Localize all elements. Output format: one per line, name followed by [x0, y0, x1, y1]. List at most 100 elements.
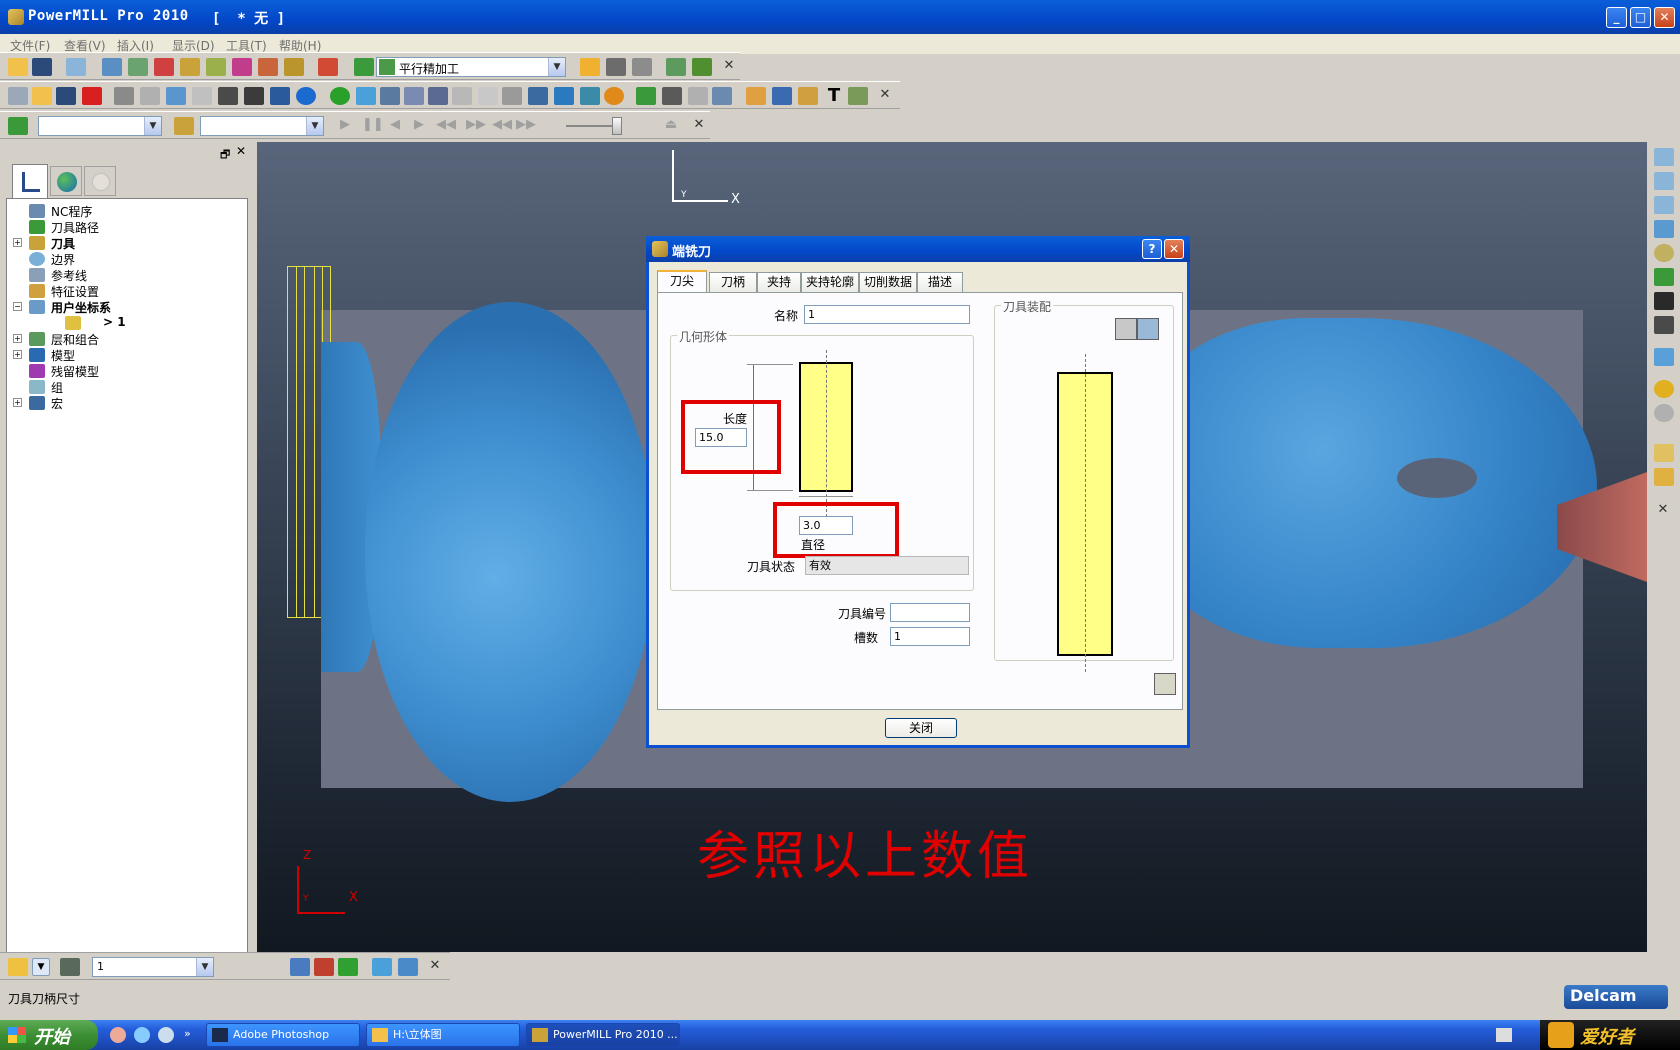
- calculate-icon[interactable]: [580, 58, 600, 76]
- tab-description[interactable]: 描述: [917, 272, 963, 292]
- workplane-select-icon[interactable]: [60, 958, 80, 976]
- help-button[interactable]: ?: [1142, 239, 1162, 259]
- go-end-icon[interactable]: ▶▶: [516, 117, 536, 133]
- block-icon[interactable]: [102, 58, 122, 76]
- eject-icon[interactable]: ⏏: [664, 117, 678, 133]
- chevron-down-icon[interactable]: ▼: [548, 58, 565, 76]
- quicklaunch-more-icon[interactable]: »: [184, 1027, 191, 1040]
- text-icon[interactable]: T: [824, 87, 844, 105]
- toolbar-close-icon[interactable]: ✕: [878, 87, 892, 103]
- shaded-view-icon[interactable]: [1654, 348, 1674, 366]
- pattern-icon[interactable]: [688, 87, 708, 105]
- toolbar-close-icon[interactable]: ✕: [428, 958, 442, 974]
- start-button[interactable]: 开始: [0, 1020, 98, 1050]
- tree-item-workplanes[interactable]: − 用户坐标系: [7, 299, 247, 315]
- minimize-button[interactable]: _: [1606, 7, 1627, 28]
- ie-icon[interactable]: [134, 1027, 150, 1043]
- tab-shank[interactable]: 刀柄: [709, 272, 757, 292]
- tree-item-boundaries[interactable]: 边界: [7, 251, 247, 267]
- stock-icon[interactable]: [452, 87, 472, 105]
- expand-icon[interactable]: +: [13, 238, 22, 247]
- chevron-down-icon[interactable]: ▼: [306, 117, 323, 135]
- delete-icon[interactable]: [82, 87, 102, 105]
- tool-select-icon[interactable]: [258, 58, 278, 76]
- task-powermill[interactable]: PowerMILL Pro 2010 ...: [526, 1023, 680, 1047]
- tab-disabled[interactable]: [84, 166, 116, 196]
- star-icon[interactable]: [772, 87, 792, 105]
- flutes-input[interactable]: 1: [890, 627, 970, 646]
- step-forward-icon[interactable]: ▶: [412, 117, 426, 133]
- layout-icon[interactable]: [848, 87, 868, 105]
- open-project-icon[interactable]: [32, 87, 52, 105]
- zoom-icon[interactable]: [1654, 244, 1674, 262]
- assembly-tool-icon[interactable]: [1137, 318, 1159, 340]
- view-side-icon[interactable]: [1654, 196, 1674, 214]
- hash-icon[interactable]: [580, 87, 600, 105]
- refresh-icon[interactable]: [1654, 268, 1674, 286]
- task-photoshop[interactable]: Adobe Photoshop: [206, 1023, 360, 1047]
- view-iso-icon[interactable]: [1654, 220, 1674, 238]
- pen-icon[interactable]: [356, 87, 376, 105]
- plane-icon[interactable]: [380, 87, 400, 105]
- box-icon[interactable]: [746, 87, 766, 105]
- toolpath-view-icon[interactable]: [636, 87, 656, 105]
- workplane-align-icon[interactable]: [314, 958, 334, 976]
- wireframe-icon[interactable]: [140, 87, 160, 105]
- end-point-icon[interactable]: [232, 58, 252, 76]
- layer-icon[interactable]: [8, 958, 28, 976]
- task-explorer[interactable]: H:\立体图: [366, 1023, 520, 1047]
- gear-icon[interactable]: [404, 87, 424, 105]
- tool-sim-select[interactable]: ▼: [200, 116, 324, 136]
- keyboard-tray-icon[interactable]: [1496, 1028, 1512, 1042]
- print-icon[interactable]: [66, 58, 86, 76]
- boundary-icon[interactable]: [662, 87, 682, 105]
- sphere-icon[interactable]: [330, 87, 350, 105]
- surface-icon[interactable]: [528, 87, 548, 105]
- rapid-move-icon[interactable]: [128, 58, 148, 76]
- toolbar-close-icon[interactable]: ✕: [722, 58, 736, 74]
- toolpath-sim-select[interactable]: ▼: [38, 116, 162, 136]
- tree-item-levels[interactable]: + 层和组合: [7, 331, 247, 347]
- feedrate-icon[interactable]: [154, 58, 174, 76]
- workplane-create-icon[interactable]: [290, 958, 310, 976]
- play-icon[interactable]: ▶: [338, 117, 352, 133]
- select-cursor-icon[interactable]: [1654, 444, 1674, 462]
- ruler-icon[interactable]: [632, 58, 652, 76]
- edit-cross-icon[interactable]: [398, 958, 418, 976]
- dialog-options-icon[interactable]: [1154, 673, 1176, 695]
- shading-icon[interactable]: [114, 87, 134, 105]
- axis-icon[interactable]: [428, 87, 448, 105]
- diameter-input[interactable]: 3.0: [799, 516, 853, 535]
- name-input[interactable]: 1: [804, 305, 970, 324]
- view-front-icon[interactable]: [1654, 172, 1674, 190]
- save-icon[interactable]: [32, 58, 52, 76]
- close-dialog-button[interactable]: 关闭: [885, 718, 957, 738]
- view-top-icon[interactable]: [1654, 148, 1674, 166]
- tab-cutting-data[interactable]: 切削数据: [859, 272, 917, 292]
- tree-item-groups[interactable]: 组: [7, 379, 247, 395]
- speed-slider-thumb[interactable]: [612, 117, 622, 135]
- maximize-button[interactable]: □: [1630, 7, 1651, 28]
- assembly-hatch-icon[interactable]: [1115, 318, 1137, 340]
- quicklaunch-icon[interactable]: [158, 1027, 174, 1043]
- tree-item-models[interactable]: + 模型: [7, 347, 247, 363]
- rewind-icon[interactable]: ◀◀: [436, 117, 456, 133]
- close-button[interactable]: ✕: [1654, 7, 1675, 28]
- tab-holder-profile[interactable]: 夹持轮廓: [801, 272, 859, 292]
- start-point-icon[interactable]: [206, 58, 226, 76]
- panel-close-icon[interactable]: ✕: [236, 144, 246, 158]
- tool-number-input[interactable]: [890, 603, 970, 622]
- go-start-icon[interactable]: ◀◀: [492, 117, 512, 133]
- toolpath-strategy-icon[interactable]: [318, 58, 338, 76]
- tree-item-tools[interactable]: + 刀具: [7, 235, 247, 251]
- info-icon[interactable]: [296, 87, 316, 105]
- iso-view-icon[interactable]: [8, 87, 28, 105]
- tree-item-patterns[interactable]: 参考线: [7, 267, 247, 283]
- expand-icon[interactable]: +: [13, 334, 22, 343]
- material-icon[interactable]: [1654, 380, 1674, 398]
- tree-item-toolpaths[interactable]: 刀具路径: [7, 219, 247, 235]
- tree-item-nc-programs[interactable]: NC程序: [7, 203, 247, 219]
- verify-icon[interactable]: [692, 58, 712, 76]
- undercut-icon[interactable]: [192, 87, 212, 105]
- clock-icon[interactable]: [604, 87, 624, 105]
